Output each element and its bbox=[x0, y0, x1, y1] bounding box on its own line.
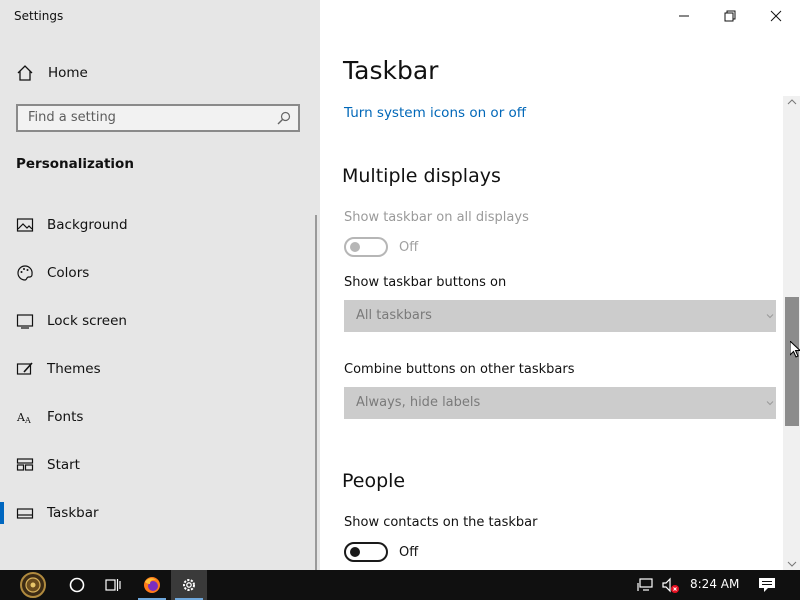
home-label: Home bbox=[48, 65, 88, 81]
sidebar-item-label: Lock screen bbox=[47, 313, 127, 329]
task-view-button[interactable] bbox=[95, 570, 131, 600]
app-title: Settings bbox=[14, 9, 64, 23]
toggle-knob bbox=[350, 242, 360, 252]
lock-screen-icon bbox=[16, 314, 34, 329]
show-taskbar-all-displays-state: Off bbox=[399, 240, 419, 255]
firefox-icon bbox=[144, 577, 160, 593]
show-contacts-toggle[interactable] bbox=[344, 542, 388, 562]
start-icon bbox=[16, 458, 34, 471]
settings-icon bbox=[183, 579, 195, 591]
windows-taskbar: 8:24 AM bbox=[0, 570, 800, 600]
volume-muted-icon[interactable] bbox=[661, 577, 681, 595]
sidebar-item-label: Background bbox=[47, 217, 128, 233]
palette-icon bbox=[17, 265, 33, 281]
sidebar-item-label: Themes bbox=[47, 361, 101, 377]
multiple-displays-heading: Multiple displays bbox=[342, 165, 501, 187]
start-icon[interactable] bbox=[10, 571, 56, 599]
page-title: Taskbar bbox=[343, 56, 439, 85]
combine-buttons-label: Combine buttons on other taskbars bbox=[344, 362, 575, 377]
taskbar-firefox[interactable] bbox=[134, 570, 170, 600]
search-icon[interactable] bbox=[277, 111, 291, 125]
network-icon[interactable] bbox=[637, 577, 655, 593]
close-button[interactable] bbox=[766, 6, 786, 26]
show-taskbar-all-displays-label: Show taskbar on all displays bbox=[344, 210, 529, 225]
select-value: Always, hide labels bbox=[356, 395, 481, 410]
taskbar-buttons-on-select[interactable]: All taskbars bbox=[344, 300, 776, 332]
sidebar-item-themes[interactable]: Themes bbox=[0, 354, 314, 384]
taskbar-clock[interactable]: 8:24 AM bbox=[690, 577, 739, 591]
cortana-icon bbox=[69, 577, 85, 593]
mouse-cursor-icon bbox=[790, 341, 800, 358]
sidebar-item-label: Start bbox=[47, 457, 80, 473]
svg-text:A: A bbox=[24, 416, 31, 425]
sidebar-item-background[interactable]: Background bbox=[0, 210, 314, 240]
task-view-icon bbox=[105, 579, 121, 591]
sidebar-item-label: Colors bbox=[47, 265, 90, 281]
scroll-up-icon[interactable] bbox=[787, 98, 797, 106]
scroll-down-icon[interactable] bbox=[787, 560, 797, 568]
chevron-down-icon bbox=[766, 401, 774, 406]
sidebar-item-label: Fonts bbox=[47, 409, 84, 425]
sidebar-item-start[interactable]: Start bbox=[0, 450, 314, 480]
toggle-knob bbox=[350, 547, 360, 557]
fonts-icon: A A bbox=[16, 411, 31, 425]
show-contacts-label: Show contacts on the taskbar bbox=[344, 515, 538, 530]
search-input[interactable]: Find a setting bbox=[16, 104, 300, 132]
people-heading: People bbox=[342, 470, 406, 492]
themes-icon bbox=[16, 362, 33, 375]
sidebar-item-fonts[interactable]: A A Fonts bbox=[0, 402, 314, 432]
content-scrollbar[interactable] bbox=[783, 96, 800, 570]
settings-content: Taskbar Turn system icons on or off Mult… bbox=[320, 0, 800, 570]
select-value: All taskbars bbox=[356, 308, 432, 323]
combine-buttons-select[interactable]: Always, hide labels bbox=[344, 387, 776, 419]
minimize-button[interactable] bbox=[674, 6, 694, 26]
image-icon bbox=[16, 218, 34, 232]
taskbar-buttons-on-label: Show taskbar buttons on bbox=[344, 275, 507, 290]
sidebar-item-colors[interactable]: Colors bbox=[0, 258, 314, 288]
chevron-down-icon bbox=[766, 314, 774, 319]
taskbar-icon bbox=[16, 508, 34, 519]
cortana-button[interactable] bbox=[59, 570, 95, 600]
section-title: Personalization bbox=[16, 156, 134, 172]
taskbar-settings[interactable] bbox=[171, 570, 207, 600]
show-contacts-state: Off bbox=[399, 545, 419, 560]
notification-icon[interactable] bbox=[758, 577, 776, 593]
system-icons-link[interactable]: Turn system icons on or off bbox=[344, 105, 526, 121]
scrollbar-thumb[interactable] bbox=[785, 297, 799, 426]
home-icon bbox=[17, 65, 33, 81]
restore-button[interactable] bbox=[720, 6, 740, 26]
settings-sidebar: Settings Home Find a setting Personaliza… bbox=[0, 0, 320, 570]
sidebar-item-label: Taskbar bbox=[47, 505, 99, 521]
sidebar-item-lock-screen[interactable]: Lock screen bbox=[0, 306, 314, 336]
search-placeholder: Find a setting bbox=[28, 110, 116, 125]
sidebar-item-taskbar[interactable]: Taskbar bbox=[0, 498, 314, 528]
show-taskbar-all-displays-toggle[interactable] bbox=[344, 237, 388, 257]
home-nav-item[interactable]: Home bbox=[16, 62, 88, 84]
sidebar-scrollbar[interactable] bbox=[315, 215, 317, 570]
